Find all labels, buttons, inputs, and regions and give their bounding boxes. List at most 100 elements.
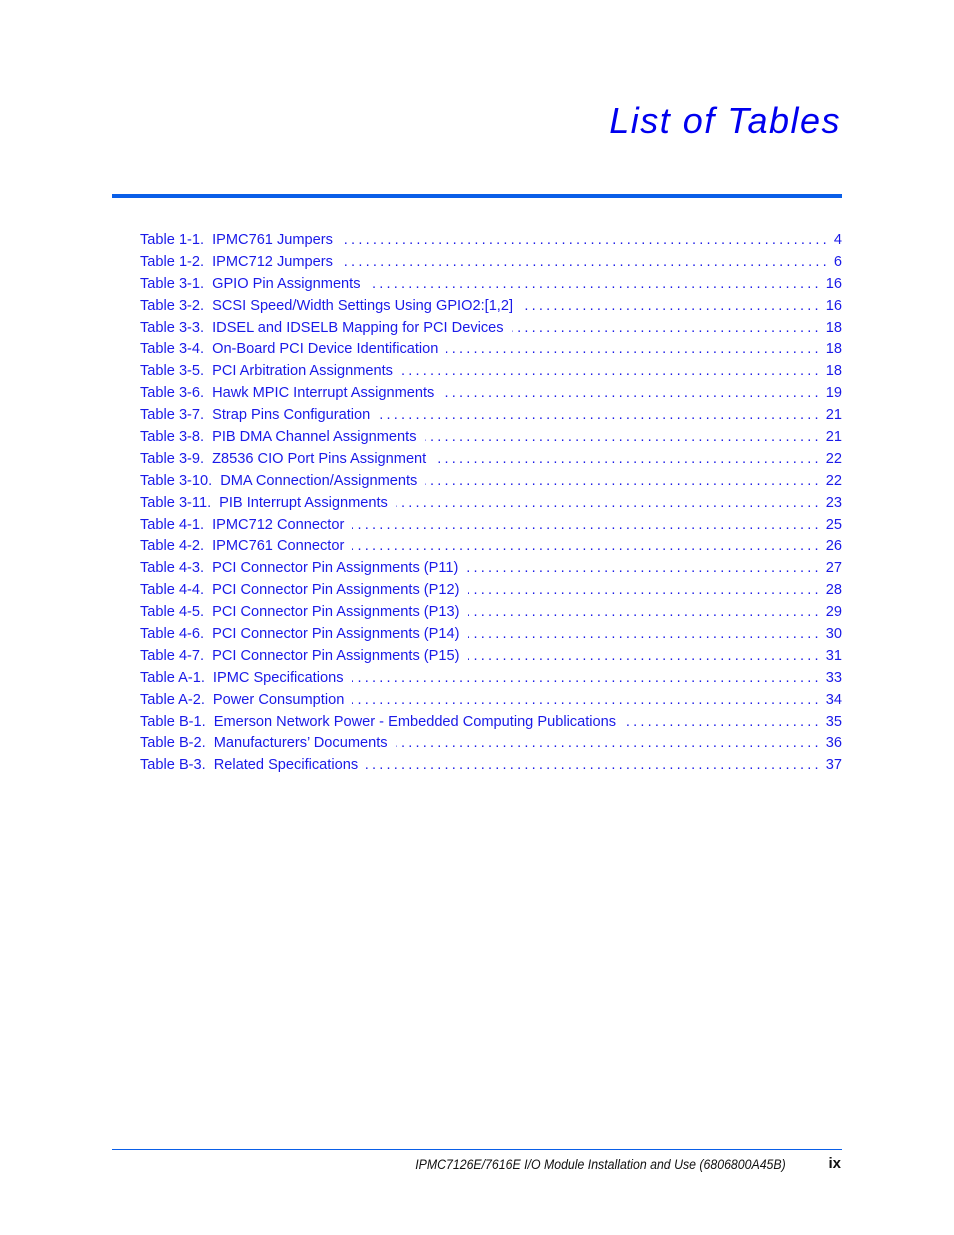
toc-entry-number: Table 4-7. bbox=[140, 647, 205, 664]
toc-entry[interactable]: Table 3-9. Z8536 CIO Port Pins Assignmen… bbox=[140, 451, 842, 473]
toc-entry-page: 30 bbox=[825, 626, 842, 643]
toc-entry[interactable]: Table 4-2. IPMC761 Connector ...........… bbox=[140, 538, 842, 560]
toc-dot-leader: ........................................… bbox=[352, 691, 822, 708]
toc-entry-number: Table 3-5. bbox=[140, 363, 205, 380]
toc-entry[interactable]: Table 3-7. Strap Pins Configuration ....… bbox=[140, 407, 842, 429]
toc-dot-leader: ........................................… bbox=[466, 560, 822, 577]
toc-entry-title: IPMC712 Connector bbox=[212, 516, 345, 533]
toc-dot-leader: ........................................… bbox=[395, 494, 822, 511]
toc-entry[interactable]: Table B-2. Manufacturers’ Documents ....… bbox=[140, 735, 842, 757]
toc-dot-leader: ........................................… bbox=[378, 407, 822, 424]
toc-entry[interactable]: Table 3-8. PIB DMA Channel Assignments .… bbox=[140, 429, 842, 451]
toc-entry[interactable]: Table B-1. Emerson Network Power - Embed… bbox=[140, 714, 842, 736]
toc-dot-leader: ........................................… bbox=[366, 757, 822, 774]
toc-dot-leader: ........................................… bbox=[395, 735, 822, 752]
toc-entry-page: 27 bbox=[825, 560, 842, 577]
toc-entry[interactable]: Table 3-11. PIB Interrupt Assignments ..… bbox=[140, 495, 842, 517]
toc-entry-number: Table 3-9. bbox=[140, 450, 205, 467]
toc-entry[interactable]: Table 3-5. PCI Arbitration Assignments .… bbox=[140, 363, 842, 385]
toc-entry-title: PCI Connector Pin Assignments (P11) bbox=[212, 560, 459, 577]
toc-entry-title: SCSI Speed/Width Settings Using GPIO2:[1… bbox=[212, 297, 514, 314]
toc-entry-title: PCI Connector Pin Assignments (P14) bbox=[212, 626, 460, 643]
toc-entry-page: 31 bbox=[825, 647, 842, 664]
footer-page-number: ix bbox=[828, 1155, 841, 1172]
toc-entry[interactable]: Table 1-1. IPMC761 Jumpers .............… bbox=[140, 232, 842, 254]
toc-entry-title: PIB DMA Channel Assignments bbox=[212, 429, 417, 446]
toc-entry-page: 21 bbox=[825, 429, 842, 446]
toc-entry-number: Table B-2. bbox=[140, 735, 206, 752]
toc-entry-number: Table 4-4. bbox=[140, 582, 205, 599]
toc-entry-title: Emerson Network Power - Embedded Computi… bbox=[213, 713, 617, 730]
toc-entry[interactable]: Table A-1. IPMC Specifications .........… bbox=[140, 670, 842, 692]
toc-entry[interactable]: Table 4-1. IPMC712 Connector ...........… bbox=[140, 517, 842, 539]
toc-entry[interactable]: Table 3-1. GPIO Pin Assignments ........… bbox=[140, 276, 842, 298]
toc-entry-number: Table 3-7. bbox=[140, 407, 205, 424]
toc-entry[interactable]: Table 4-6. PCI Connector Pin Assignments… bbox=[140, 626, 842, 648]
toc-entry[interactable]: Table 1-2. IPMC712 Jumpers .............… bbox=[140, 254, 842, 276]
toc-entry-number: Table 4-6. bbox=[140, 626, 205, 643]
toc-dot-leader: ........................................… bbox=[468, 582, 822, 599]
toc-entry-page: 35 bbox=[825, 713, 842, 730]
toc-entry[interactable]: Table 3-10. DMA Connection/Assignments .… bbox=[140, 473, 842, 495]
toc-entry[interactable]: Table B-3. Related Specifications ......… bbox=[140, 757, 842, 779]
toc-entry-page: 33 bbox=[825, 669, 842, 686]
toc-entry-number: Table 3-4. bbox=[140, 341, 205, 358]
toc-entry-page: 37 bbox=[825, 757, 842, 774]
toc-entry-number: Table 4-5. bbox=[140, 604, 205, 621]
footer-document-title: IPMC7126E/7616E I/O Module Installation … bbox=[415, 1157, 786, 1172]
toc-entry-title: PIB Interrupt Assignments bbox=[219, 494, 388, 511]
toc-entry-number: Table 1-1. bbox=[140, 232, 205, 248]
toc-dot-leader: ........................................… bbox=[512, 319, 822, 336]
footer-divider bbox=[112, 1149, 842, 1150]
toc-dot-leader: ........................................… bbox=[341, 232, 830, 248]
toc-entry-number: Table B-3. bbox=[140, 757, 206, 774]
toc-entry-title: IPMC761 Connector bbox=[212, 538, 345, 555]
toc-entry[interactable]: Table 3-3. IDSEL and IDSELB Mapping for … bbox=[140, 320, 842, 342]
toc-entry-number: Table 3-1. bbox=[140, 275, 205, 292]
toc-dot-leader: ........................................… bbox=[446, 341, 822, 358]
toc-entry-title: DMA Connection/Assignments bbox=[220, 472, 418, 489]
toc-entry-page: 29 bbox=[825, 604, 842, 621]
toc-entry-page: 6 bbox=[833, 253, 842, 270]
toc-entry-title: GPIO Pin Assignments bbox=[212, 275, 361, 292]
toc-entry-page: 25 bbox=[825, 516, 842, 533]
toc-entry-title: Hawk MPIC Interrupt Assignments bbox=[212, 385, 435, 402]
title-divider bbox=[112, 194, 842, 198]
toc-entry[interactable]: Table 3-4. On-Board PCI Device Identific… bbox=[140, 341, 842, 363]
toc-entry-page: 28 bbox=[825, 582, 842, 599]
toc-dot-leader: ........................................… bbox=[425, 472, 822, 489]
toc-entry-number: Table B-1. bbox=[140, 713, 206, 730]
toc-entry-page: 18 bbox=[825, 319, 842, 336]
toc-entry-number: Table 3-6. bbox=[140, 385, 205, 402]
toc-dot-leader: ........................................… bbox=[424, 429, 822, 446]
toc-dot-leader: ........................................… bbox=[468, 647, 822, 664]
toc-entry-title: Z8536 CIO Port Pins Assignment bbox=[212, 450, 427, 467]
toc-entry-page: 26 bbox=[825, 538, 842, 555]
toc-entry-title: PCI Connector Pin Assignments (P12) bbox=[212, 582, 460, 599]
toc-entry-number: Table 1-2. bbox=[140, 253, 205, 270]
toc-entry-title: Related Specifications bbox=[213, 757, 359, 774]
toc-entry-number: Table A-1. bbox=[140, 669, 205, 686]
toc-entry-page: 34 bbox=[825, 691, 842, 708]
toc-dot-leader: ........................................… bbox=[468, 604, 822, 621]
toc-entry[interactable]: Table 4-5. PCI Connector Pin Assignments… bbox=[140, 604, 842, 626]
toc-entry-number: Table A-2. bbox=[140, 691, 205, 708]
toc-entry-title: Manufacturers’ Documents bbox=[213, 735, 388, 752]
toc-entry-number: Table 4-2. bbox=[140, 538, 205, 555]
toc-entry[interactable]: Table A-2. Power Consumption ...........… bbox=[140, 692, 842, 714]
toc-entry[interactable]: Table 4-4. PCI Connector Pin Assignments… bbox=[140, 582, 842, 604]
toc-entry-number: Table 3-8. bbox=[140, 429, 205, 446]
toc-entry-title: IPMC712 Jumpers bbox=[212, 253, 333, 270]
toc-entry-number: Table 4-1. bbox=[140, 516, 205, 533]
toc-entry[interactable]: Table 3-6. Hawk MPIC Interrupt Assignmen… bbox=[140, 385, 842, 407]
toc-dot-leader: ........................................… bbox=[369, 275, 822, 292]
toc-entry[interactable]: Table 4-3. PCI Connector Pin Assignments… bbox=[140, 560, 842, 582]
toc-entry[interactable]: Table 4-7. PCI Connector Pin Assignments… bbox=[140, 648, 842, 670]
toc-entry-title: PCI Connector Pin Assignments (P13) bbox=[212, 604, 460, 621]
toc-entry-number: Table 4-3. bbox=[140, 560, 205, 577]
toc-entry-number: Table 3-2. bbox=[140, 297, 205, 314]
toc-entry-page: 22 bbox=[825, 450, 842, 467]
toc-entry[interactable]: Table 3-2. SCSI Speed/Width Settings Usi… bbox=[140, 298, 842, 320]
toc-entry-title: PCI Connector Pin Assignments (P15) bbox=[212, 647, 460, 664]
toc-entry-number: Table 3-11. bbox=[140, 494, 212, 511]
